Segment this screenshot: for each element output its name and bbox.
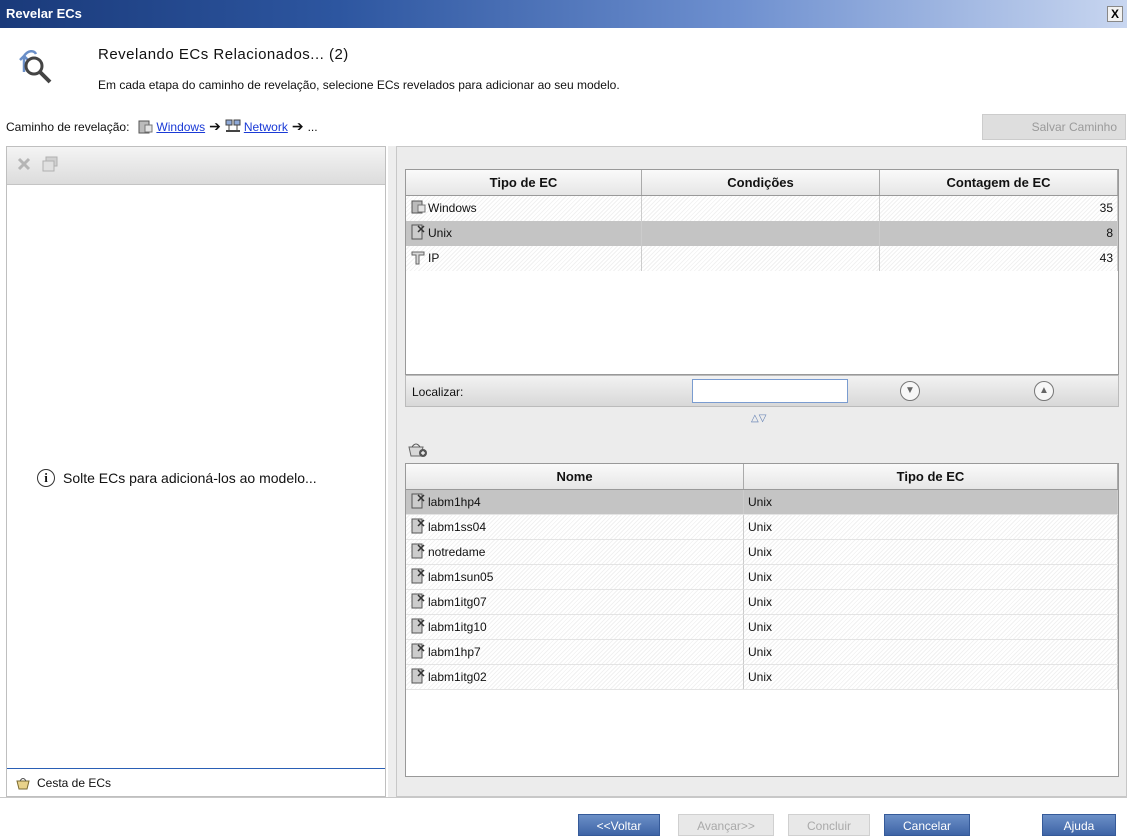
- basket-label: Cesta de ECs: [37, 775, 112, 790]
- ci-types-table: Tipo de EC Condições Contagem de EC Wind…: [405, 169, 1119, 375]
- ci-type-cell: Unix: [744, 565, 1118, 589]
- basket-toolbar: [7, 147, 385, 185]
- table-row[interactable]: labm1hp4 Unix: [406, 490, 1118, 515]
- help-button[interactable]: Ajuda: [1042, 814, 1116, 836]
- table-row[interactable]: labm1itg02 Unix: [406, 665, 1118, 690]
- ci-type-cell: Unix: [744, 515, 1118, 539]
- name-cell: labm1ss04: [406, 515, 744, 539]
- collapse-expand-icon[interactable]: △▽: [751, 413, 766, 424]
- ci-types-table-header: Tipo de EC Condições Contagem de EC: [406, 170, 1118, 196]
- column-header-conditions[interactable]: Condições: [642, 170, 880, 195]
- page-title: Revelando ECs Relacionados... (2): [98, 46, 349, 63]
- cis-table-body: labm1hp4 Unix labm1ss04 Unix notredame U…: [406, 490, 1118, 690]
- basket-footer[interactable]: Cesta de ECs: [7, 768, 385, 796]
- close-button[interactable]: X: [1107, 6, 1123, 22]
- arrow-right-icon: ➔: [291, 118, 304, 134]
- breadcrumb: Caminho de revelação: Windows ➔ Network …: [6, 118, 318, 135]
- reveal-panel: Tipo de EC Condições Contagem de EC Wind…: [396, 146, 1127, 797]
- ci-type-cell: Unix: [744, 540, 1118, 564]
- ci-type-cell: Unix: [406, 221, 642, 246]
- name-cell: labm1itg07: [406, 590, 744, 614]
- conditions-cell: [642, 196, 880, 221]
- column-header-ci-type[interactable]: Tipo de EC: [744, 464, 1118, 489]
- name-cell: labm1sun05: [406, 565, 744, 589]
- unix-server-icon: [411, 543, 425, 559]
- ci-count-cell: 35: [880, 196, 1118, 221]
- unix-server-icon: [411, 568, 425, 584]
- table-row[interactable]: labm1itg10 Unix: [406, 615, 1118, 640]
- table-row[interactable]: Unix 8: [406, 221, 1118, 246]
- name-cell: notredame: [406, 540, 744, 564]
- ip-icon: [411, 251, 425, 265]
- table-row[interactable]: Windows 35: [406, 196, 1118, 221]
- table-row[interactable]: notredame Unix: [406, 540, 1118, 565]
- conditions-cell: [642, 221, 880, 246]
- arrow-right-icon: ➔: [209, 118, 221, 134]
- table-row[interactable]: labm1hp7 Unix: [406, 640, 1118, 665]
- ci-type-cell: Unix: [744, 665, 1118, 689]
- table-row[interactable]: labm1sun05 Unix: [406, 565, 1118, 590]
- cis-table: Nome Tipo de EC labm1hp4 Unix labm1ss04 …: [405, 463, 1119, 777]
- window-title: Revelar ECs: [6, 6, 82, 21]
- unix-server-icon: [411, 493, 425, 509]
- ci-type-cell: Windows: [406, 196, 642, 221]
- cancel-button[interactable]: Cancelar: [884, 814, 970, 836]
- unix-server-icon: [411, 668, 425, 684]
- find-input[interactable]: [692, 379, 848, 403]
- ci-type-cell: Unix: [744, 590, 1118, 614]
- name-cell: labm1itg02: [406, 665, 744, 689]
- page-subtitle: Em cada etapa do caminho de revelação, s…: [98, 78, 620, 92]
- unix-server-icon: [411, 224, 425, 240]
- name-cell: labm1itg10: [406, 615, 744, 639]
- add-to-basket-icon[interactable]: [407, 439, 429, 459]
- ci-basket-panel: i Solte ECs para adicioná-los ao modelo.…: [6, 146, 386, 797]
- name-cell: labm1hp4: [406, 490, 744, 514]
- windows-server-icon: [411, 200, 426, 214]
- next-button[interactable]: Avançar>>: [678, 814, 774, 836]
- unix-server-icon: [411, 518, 425, 534]
- path-ellipsis: ...: [307, 119, 318, 134]
- windows-server-icon: [138, 120, 153, 133]
- ci-count-cell: 43: [880, 246, 1118, 271]
- path-step-network[interactable]: Network: [244, 120, 288, 134]
- column-header-ci-count[interactable]: Contagem de EC: [880, 170, 1118, 195]
- unix-server-icon: [411, 618, 425, 634]
- ci-type-cell: Unix: [744, 615, 1118, 639]
- unix-server-icon: [411, 643, 425, 659]
- table-row[interactable]: labm1ss04 Unix: [406, 515, 1118, 540]
- table-row[interactable]: IP 43: [406, 246, 1118, 271]
- delete-icon[interactable]: [15, 155, 33, 173]
- ci-count-cell: 8: [880, 221, 1118, 246]
- info-icon: i: [37, 469, 55, 487]
- name-cell: labm1hp7: [406, 640, 744, 664]
- finish-button[interactable]: Concluir: [788, 814, 870, 836]
- drop-hint-text: Solte ECs para adicioná-los ao modelo...: [63, 470, 317, 486]
- ci-type-cell: IP: [406, 246, 642, 271]
- save-path-button[interactable]: Salvar Caminho: [982, 114, 1126, 140]
- column-header-ci-type[interactable]: Tipo de EC: [406, 170, 642, 195]
- network-icon: [225, 119, 241, 132]
- find-label: Localizar:: [412, 385, 464, 399]
- drop-hint: i Solte ECs para adicioná-los ao modelo.…: [37, 469, 317, 487]
- basket-icon: [16, 777, 30, 789]
- column-header-name[interactable]: Nome: [406, 464, 744, 489]
- find-next-icon[interactable]: ▼: [900, 381, 920, 401]
- window-title-bar: Revelar ECs X: [0, 0, 1127, 28]
- conditions-cell: [642, 246, 880, 271]
- ci-type-cell: Unix: [744, 490, 1118, 514]
- reveal-magnifier-icon: [19, 50, 52, 84]
- path-step-windows[interactable]: Windows: [156, 120, 205, 134]
- back-button[interactable]: <<Voltar: [578, 814, 660, 836]
- find-previous-icon[interactable]: ▲: [1034, 381, 1054, 401]
- unix-server-icon: [411, 593, 425, 609]
- ci-type-cell: Unix: [744, 640, 1118, 664]
- panel-splitter[interactable]: [388, 146, 396, 797]
- table-row[interactable]: labm1itg07 Unix: [406, 590, 1118, 615]
- cis-table-header: Nome Tipo de EC: [406, 464, 1118, 490]
- find-bar: Localizar: ▼ ▲: [405, 375, 1119, 407]
- path-label: Caminho de revelação:: [6, 119, 130, 134]
- copy-icon[interactable]: [41, 155, 59, 173]
